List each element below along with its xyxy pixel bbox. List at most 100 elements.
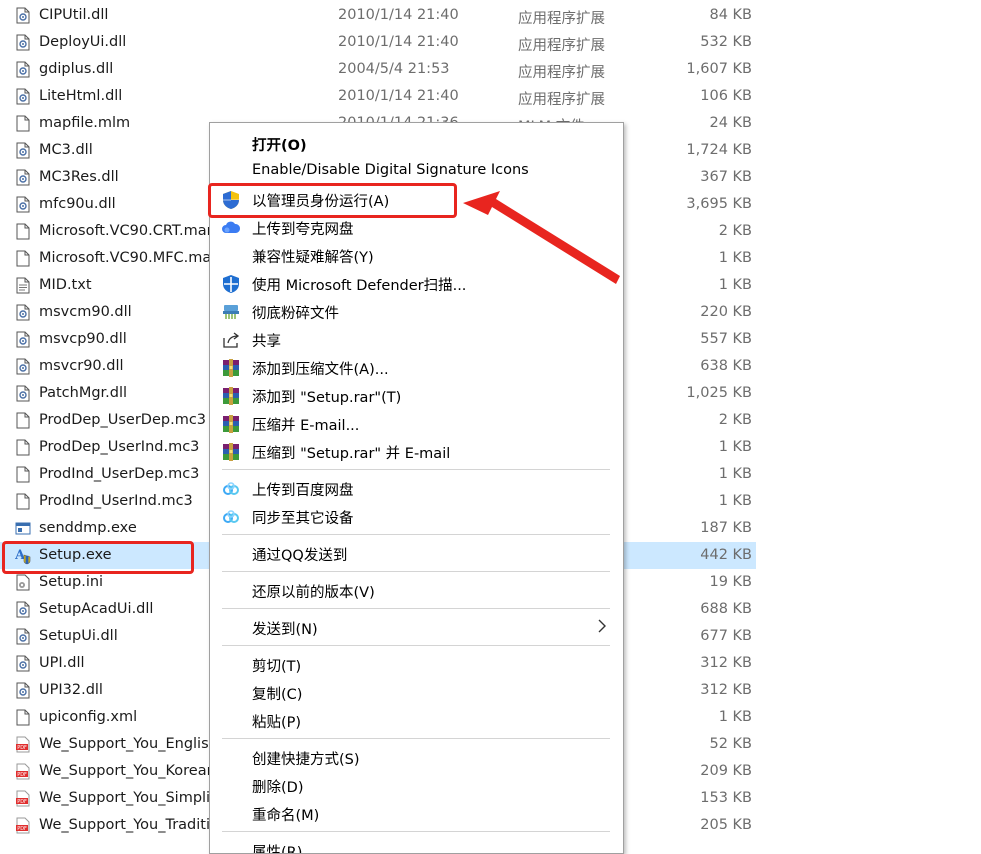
- file-name: SetupAcadUi.dll: [39, 601, 154, 617]
- file-icon: [15, 709, 31, 726]
- file-size: 220 KB: [700, 304, 752, 320]
- file-size: 1,724 KB: [686, 142, 752, 158]
- menu-item[interactable]: 打开(O): [210, 129, 623, 157]
- file-name: MC3Res.dll: [39, 169, 119, 185]
- menu-item-label: 创建快捷方式(S): [252, 752, 360, 768]
- menu-item[interactable]: 重命名(M): [210, 799, 623, 827]
- menu-item-label: 压缩并 E-mail...: [252, 418, 360, 434]
- file-size: 367 KB: [700, 169, 752, 185]
- file-icon: [15, 223, 31, 240]
- quark-cloud-icon: [221, 218, 241, 238]
- menu-item[interactable]: 发送到(N): [210, 613, 623, 641]
- menu-item[interactable]: 添加到压缩文件(A)...: [210, 353, 623, 381]
- ini-icon: [15, 574, 31, 591]
- menu-separator: [222, 534, 610, 535]
- file-name: mfc90u.dll: [39, 196, 116, 212]
- chevron-right-icon: [597, 618, 607, 638]
- dll-icon: [15, 601, 31, 618]
- menu-item-label: 发送到(N): [252, 622, 318, 638]
- file-size: 19 KB: [709, 574, 752, 590]
- menu-item-label: 添加到压缩文件(A)...: [252, 362, 389, 378]
- dll-icon: [15, 331, 31, 348]
- menu-item[interactable]: 彻底粉碎文件: [210, 297, 623, 325]
- file-row[interactable]: DeployUi.dll 2010/1/14 21:40 应用程序扩展 532 KB: [0, 29, 756, 56]
- menu-item[interactable]: 通过QQ发送到: [210, 539, 623, 567]
- file-name: senddmp.exe: [39, 520, 137, 536]
- file-size: 1 KB: [718, 277, 752, 293]
- shredder-icon: [221, 302, 241, 322]
- file-name: Setup.ini: [39, 574, 104, 590]
- defender-icon: [221, 274, 241, 294]
- file-size: 153 KB: [700, 790, 752, 806]
- highlight-setup-exe: [2, 541, 194, 574]
- file-row[interactable]: gdiplus.dll 2004/5/4 21:53 应用程序扩展 1,607 KB: [0, 56, 756, 83]
- file-type: 应用程序扩展: [518, 38, 605, 54]
- winrar-icon: [221, 358, 241, 378]
- svg-text:PDF: PDF: [17, 745, 27, 751]
- file-size: 3,695 KB: [686, 196, 752, 212]
- dll-icon: [15, 304, 31, 321]
- file-name: msvcr90.dll: [39, 358, 124, 374]
- menu-item-label: 上传到百度网盘: [252, 483, 354, 499]
- menu-item[interactable]: 属性(R): [210, 836, 623, 853]
- menu-item-label: 同步至其它设备: [252, 511, 354, 527]
- menu-item[interactable]: 添加到 "Setup.rar"(T): [210, 381, 623, 409]
- file-size: 24 KB: [709, 115, 752, 131]
- menu-item[interactable]: 剪切(T): [210, 650, 623, 678]
- menu-separator: [222, 571, 610, 572]
- file-name: UPI32.dll: [39, 682, 103, 698]
- file-row[interactable]: LiteHtml.dll 2010/1/14 21:40 应用程序扩展 106 KB: [0, 83, 756, 110]
- menu-item[interactable]: 兼容性疑难解答(Y): [210, 241, 623, 269]
- baidu-cloud-icon: [221, 507, 241, 527]
- menu-item[interactable]: 压缩到 "Setup.rar" 并 E-mail: [210, 437, 623, 465]
- menu-item[interactable]: 删除(D): [210, 771, 623, 799]
- file-size: 1 KB: [718, 250, 752, 266]
- file-row[interactable]: CIPUtil.dll 2010/1/14 21:40 应用程序扩展 84 KB: [0, 2, 756, 29]
- context-menu: 打开(O) Enable/Disable Digital Signature Ic…: [209, 122, 624, 854]
- menu-item[interactable]: 还原以前的版本(V): [210, 576, 623, 604]
- file-type: 应用程序扩展: [518, 11, 605, 27]
- dll-icon: [15, 385, 31, 402]
- file-name: mapfile.mlm: [39, 115, 131, 131]
- menu-item[interactable]: 使用 Microsoft Defender扫描...: [210, 269, 623, 297]
- file-icon: [15, 250, 31, 267]
- menu-item-label: 上传到夸克网盘: [252, 222, 354, 238]
- file-size: 205 KB: [700, 817, 752, 833]
- menu-item[interactable]: 粘贴(P): [210, 706, 623, 734]
- menu-item[interactable]: 上传到百度网盘: [210, 474, 623, 502]
- file-size: 677 KB: [700, 628, 752, 644]
- file-name: MID.txt: [39, 277, 92, 293]
- menu-item[interactable]: 压缩并 E-mail...: [210, 409, 623, 437]
- menu-item[interactable]: 同步至其它设备: [210, 502, 623, 530]
- file-date: 2010/1/14 21:40: [338, 88, 459, 104]
- file-size: 638 KB: [700, 358, 752, 374]
- menu-item-label: 删除(D): [252, 780, 304, 796]
- menu-item[interactable]: 复制(C): [210, 678, 623, 706]
- menu-item[interactable]: Enable/Disable Digital Signature Icons: [210, 157, 623, 185]
- file-size: 312 KB: [700, 655, 752, 671]
- file-size: 1 KB: [718, 439, 752, 455]
- file-size: 532 KB: [700, 34, 752, 50]
- file-name: msvcm90.dll: [39, 304, 132, 320]
- menu-item-label: 打开(O): [252, 138, 307, 154]
- file-name: SetupUi.dll: [39, 628, 118, 644]
- menu-item[interactable]: 共享: [210, 325, 623, 353]
- file-size: 1,607 KB: [686, 61, 752, 77]
- highlight-run-as-admin: [208, 183, 457, 218]
- dll-icon: [15, 682, 31, 699]
- file-size: 312 KB: [700, 682, 752, 698]
- file-date: 2004/5/4 21:53: [338, 61, 450, 77]
- dll-icon: [15, 61, 31, 78]
- file-name: PatchMgr.dll: [39, 385, 128, 401]
- file-name: gdiplus.dll: [39, 61, 114, 77]
- file-name: upiconfig.xml: [39, 709, 138, 725]
- exe-icon: [15, 520, 31, 537]
- file-name: ProdInd_UserInd.mc3: [39, 493, 193, 509]
- file-size: 52 KB: [709, 736, 752, 752]
- file-name: MC3.dll: [39, 142, 93, 158]
- share-icon: [221, 330, 241, 350]
- menu-item[interactable]: 创建快捷方式(S): [210, 743, 623, 771]
- file-icon: [15, 466, 31, 483]
- menu-item-label: 粘贴(P): [252, 715, 302, 731]
- menu-item-label: 还原以前的版本(V): [252, 585, 375, 601]
